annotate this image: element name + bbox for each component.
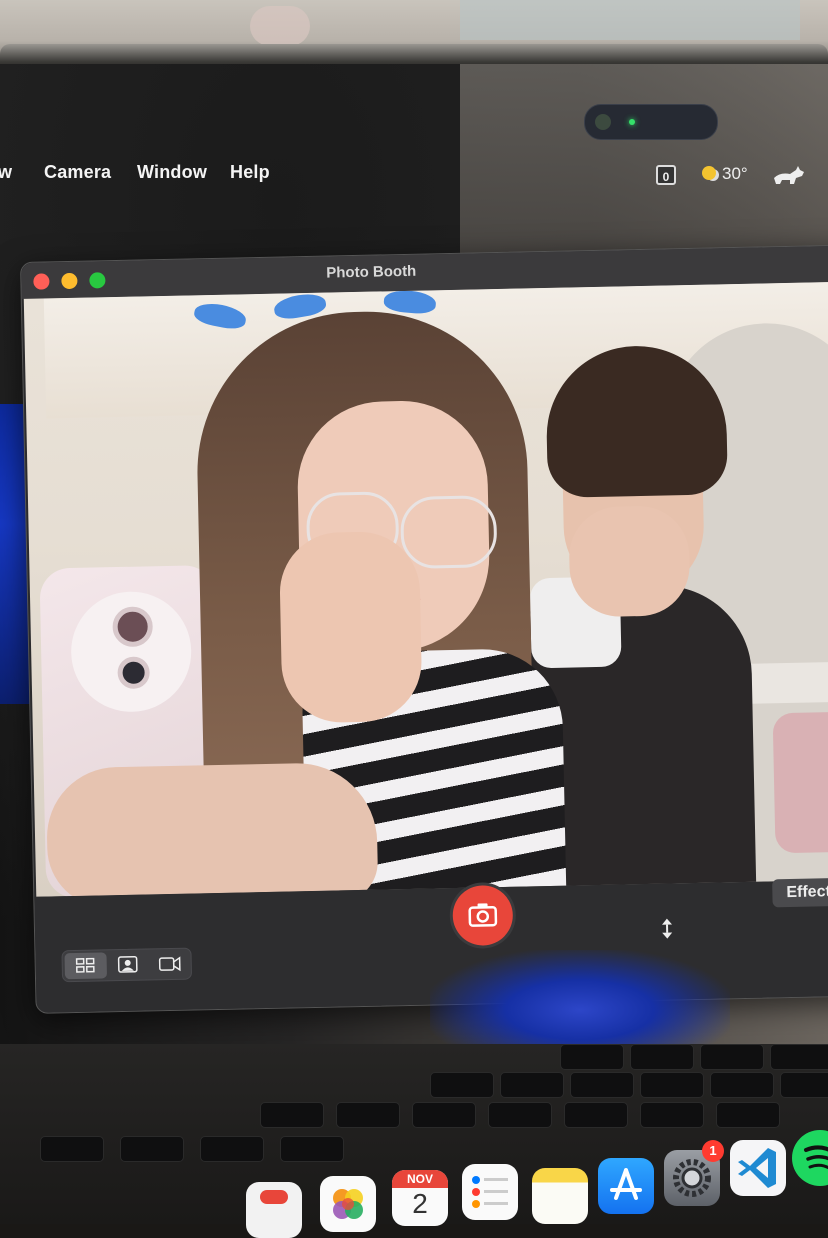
menu-help[interactable]: Help (230, 162, 270, 183)
grid-view-icon (75, 957, 95, 973)
weather-sun-icon (702, 166, 716, 180)
background-chair (772, 711, 828, 854)
window-title: Photo Booth (326, 262, 417, 282)
resize-icon[interactable] (659, 917, 675, 939)
spotify-glyph (804, 1145, 828, 1170)
take-photo-button[interactable] (452, 884, 514, 947)
background-object (250, 6, 310, 46)
foreground-hand (45, 761, 379, 897)
view-mode-control (61, 947, 193, 983)
key (700, 1044, 764, 1070)
notes-icon[interactable] (532, 1168, 588, 1224)
key (716, 1102, 780, 1128)
key (564, 1102, 628, 1128)
key (430, 1072, 494, 1098)
bird-icon (272, 291, 328, 322)
camera-icon (468, 903, 498, 927)
reminders-icon[interactable] (462, 1164, 518, 1220)
camera-preview (23, 281, 828, 897)
video-icon (158, 956, 181, 972)
birds-effect-overlay (192, 288, 495, 335)
notification-badge: 1 (702, 1140, 724, 1162)
reminders-glyph (472, 1176, 508, 1208)
system-settings-icon[interactable]: 1 (664, 1140, 724, 1206)
runcat-icon[interactable] (772, 164, 806, 186)
key (260, 1102, 324, 1128)
key (560, 1044, 624, 1070)
vscode-icon[interactable] (730, 1140, 786, 1196)
bird-icon (383, 288, 437, 315)
camera-notch (584, 104, 718, 140)
key (120, 1136, 184, 1162)
calendar-month: NOV (392, 1170, 448, 1188)
grid-view-button[interactable] (64, 952, 108, 980)
key (640, 1072, 704, 1098)
key (488, 1102, 552, 1128)
person-right-hand (568, 505, 691, 618)
key (500, 1072, 564, 1098)
background-window (460, 0, 800, 40)
webcam-icon (595, 114, 611, 130)
key (780, 1072, 828, 1098)
effects-button[interactable]: Effects (772, 877, 828, 908)
key (412, 1102, 476, 1128)
camera-active-indicator (629, 119, 635, 125)
key (630, 1044, 694, 1070)
key (40, 1136, 104, 1162)
app-icon[interactable] (246, 1182, 302, 1238)
single-photo-button[interactable] (106, 951, 149, 978)
key (336, 1102, 400, 1128)
key (770, 1044, 828, 1070)
dock: NOV 2 1 (240, 1130, 828, 1238)
key (640, 1102, 704, 1128)
status-indicator[interactable]: 0 (656, 165, 676, 185)
vscode-glyph (738, 1148, 776, 1188)
calendar-icon[interactable]: NOV 2 (392, 1170, 448, 1226)
menu-window[interactable]: Window (137, 162, 207, 183)
photo-booth-window: Photo Booth Effects (20, 244, 828, 1014)
app-icon-glyph (260, 1190, 288, 1204)
glasses-lens (400, 495, 498, 570)
temperature-label: 30° (722, 164, 748, 183)
key (570, 1072, 634, 1098)
app-store-glyph (610, 1168, 642, 1200)
portrait-view-icon (117, 956, 138, 973)
key (710, 1072, 774, 1098)
bird-icon (192, 300, 248, 332)
spotify-icon[interactable] (792, 1130, 828, 1186)
calendar-day: 2 (412, 1188, 428, 1219)
person-left-hand (278, 530, 423, 724)
menu-view[interactable]: w (0, 162, 12, 183)
weather-widget[interactable]: 30° (702, 164, 748, 184)
video-mode-button[interactable] (148, 951, 191, 978)
app-store-icon[interactable] (598, 1158, 654, 1214)
menu-camera[interactable]: Camera (44, 162, 111, 183)
